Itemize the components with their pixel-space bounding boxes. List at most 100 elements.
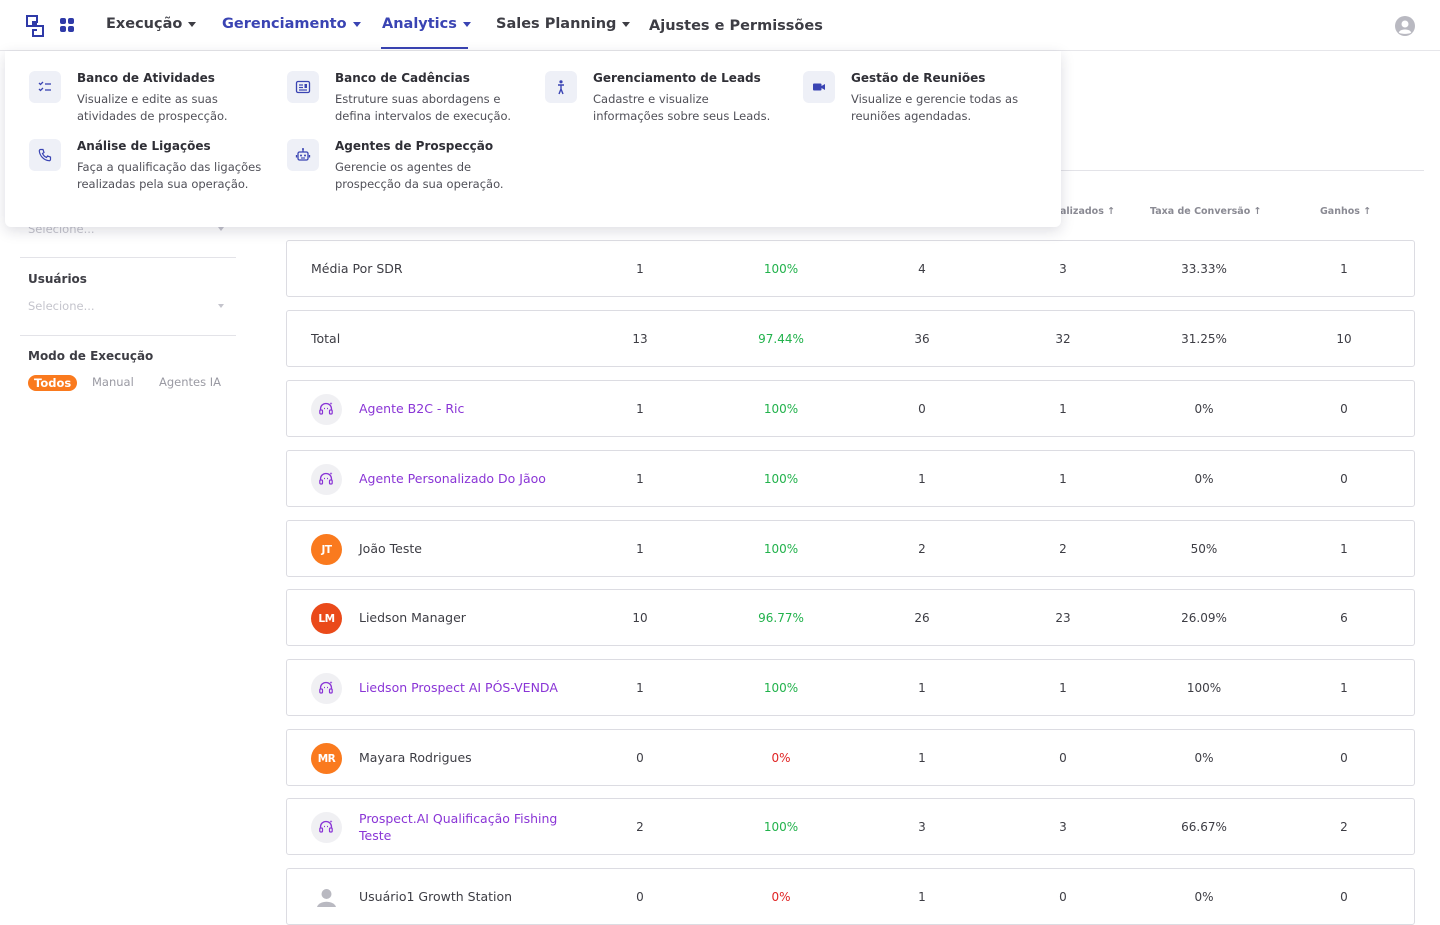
row-name: Total: [311, 331, 341, 346]
cell-taxa-conversao: 100%: [1186, 680, 1222, 695]
cell-atividades: 10: [632, 610, 648, 625]
apps-grid-icon[interactable]: [60, 18, 74, 32]
cell-agendados: 36: [914, 331, 930, 346]
cell-agendados: 3: [918, 819, 926, 834]
users-select[interactable]: Selecione...: [28, 299, 226, 313]
column-header-taxa-conversao[interactable]: Taxa de Conversão ↑: [1150, 206, 1262, 217]
table-row[interactable]: LM Liedson Manager 10 96.77% 26 23 26.09% 6: [286, 589, 1415, 646]
menu-item-description: Gerencie os agentes de prospecção da sua…: [335, 160, 504, 191]
cell-taxa-conversao: 0%: [1194, 750, 1214, 765]
cell-realizados: 1: [1059, 401, 1067, 416]
chevron-down-icon: [218, 304, 224, 308]
cell-ganhos: 6: [1340, 610, 1348, 625]
cell-atividades: 1: [636, 471, 644, 486]
robot-icon: [287, 139, 319, 171]
agent-headset-icon: [311, 673, 342, 704]
cell-ganhos: 0: [1340, 471, 1348, 486]
cell-realizados: 32: [1055, 331, 1071, 346]
row-name: Mayara Rodrigues: [359, 750, 472, 765]
nav-ajustes-permissoes[interactable]: Ajustes e Permissões: [649, 18, 823, 34]
cell-taxa-execucao: 97.44%: [758, 331, 804, 346]
cell-atividades: 0: [636, 889, 644, 904]
menu-item-description: Estruture suas abordagens e defina inter…: [335, 92, 512, 123]
cell-taxa-execucao: 100%: [763, 261, 799, 276]
menu-item-title: Gestão de Reuniões: [851, 71, 986, 85]
cell-taxa-conversao: 0%: [1194, 471, 1214, 486]
cell-ganhos: 1: [1340, 680, 1348, 695]
chevron-down-icon: [218, 227, 224, 231]
nav-ajustes-label: Ajustes e Permissões: [649, 18, 823, 34]
row-name: Liedson Manager: [359, 610, 466, 625]
cell-taxa-conversao: 26.09%: [1181, 610, 1227, 625]
sidebar-divider: [20, 257, 236, 258]
table-row[interactable]: Usuário1 Growth Station 0 0% 1 0 0% 0: [286, 868, 1415, 925]
cell-realizados: 0: [1059, 750, 1067, 765]
nav-sales-planning[interactable]: Sales Planning: [496, 16, 631, 32]
cell-agendados: 1: [918, 471, 926, 486]
cell-realizados: 2: [1059, 541, 1067, 556]
cell-realizados: 23: [1055, 610, 1071, 625]
cell-taxa-execucao: 100%: [763, 471, 799, 486]
menu-item-title: Análise de Ligações: [77, 139, 211, 153]
cell-atividades: 1: [636, 680, 644, 695]
cell-taxa-execucao: 100%: [763, 401, 799, 416]
row-name[interactable]: Prospect.AI Qualificação Fishing Teste: [359, 799, 579, 854]
cell-ganhos: 10: [1336, 331, 1352, 346]
table-row[interactable]: JT João Teste 1 100% 2 2 50% 1: [286, 520, 1415, 577]
cell-taxa-conversao: 31.25%: [1181, 331, 1227, 346]
nav-gerenciamento-label: Gerenciamento: [222, 16, 347, 32]
column-header-ganhos[interactable]: Ganhos ↑: [1320, 206, 1371, 217]
nav-execucao[interactable]: Execução: [106, 16, 197, 32]
cell-taxa-execucao: 96.77%: [758, 610, 804, 625]
cell-agendados: 4: [918, 261, 926, 276]
cell-atividades: 1: [636, 401, 644, 416]
cell-taxa-execucao: 0%: [771, 889, 791, 904]
cell-ganhos: 0: [1340, 750, 1348, 765]
row-name[interactable]: Liedson Prospect AI PÓS-VENDA: [359, 660, 579, 715]
cell-agendados: 0: [918, 401, 926, 416]
cell-realizados: 1: [1059, 471, 1067, 486]
cell-taxa-execucao: 0%: [771, 750, 791, 765]
cell-taxa-conversao: 50%: [1190, 541, 1218, 556]
cell-taxa-conversao: 33.33%: [1181, 261, 1227, 276]
nav-gerenciamento[interactable]: Gerenciamento: [222, 16, 361, 32]
user-avatar: MR: [311, 743, 342, 774]
row-name[interactable]: Agente Personalizado Do Jãoo: [359, 451, 579, 506]
mode-chip-agentes-ia[interactable]: Agentes IA: [159, 375, 221, 389]
row-name[interactable]: Agente B2C - Ric: [359, 381, 579, 436]
menu-item-title: Gerenciamento de Leads: [593, 71, 761, 85]
cell-agendados: 26: [914, 610, 930, 625]
row-name: Usuário1 Growth Station: [359, 889, 513, 904]
table-row[interactable]: Total 13 97.44% 36 32 31.25% 10: [286, 310, 1415, 367]
cell-taxa-execucao: 100%: [763, 541, 799, 556]
menu-item-description: Visualize e gerencie todas as reuniões a…: [851, 92, 1019, 123]
table-row[interactable]: Prospect.AI Qualificação Fishing Teste 2 1…: [286, 798, 1415, 855]
cadence-icon: [287, 71, 319, 103]
mode-chip-manual[interactable]: Manual: [92, 375, 134, 389]
table-row[interactable]: MR Mayara Rodrigues 0 0% 1 0 0% 0: [286, 729, 1415, 786]
app-logo-icon[interactable]: [26, 15, 44, 37]
user-avatar: JT: [311, 534, 342, 565]
mode-chip-todos[interactable]: Todos: [28, 375, 78, 391]
cell-agendados: 1: [918, 680, 926, 695]
cell-agendados: 1: [918, 889, 926, 904]
table-row[interactable]: Média Por SDR 1 100% 4 3 33.33% 1: [286, 240, 1415, 297]
caret-down-icon: [622, 21, 631, 27]
column-header-realizados[interactable]: alizados ↑: [1060, 206, 1115, 217]
caret-down-icon: [188, 21, 197, 27]
row-name: Média Por SDR: [311, 261, 403, 276]
table-row[interactable]: Liedson Prospect AI PÓS-VENDA 1 100% 1 1 100%…: [286, 659, 1415, 716]
user-avatar-icon[interactable]: [1395, 16, 1415, 36]
top-navbar: Execução Gerenciamento Analytics Sales P…: [0, 0, 1440, 51]
agent-headset-icon: [311, 464, 342, 495]
cell-atividades: 1: [636, 541, 644, 556]
cell-taxa-conversao: 0%: [1194, 401, 1214, 416]
nav-analytics[interactable]: Analytics: [382, 16, 471, 32]
default-avatar-icon: [311, 882, 342, 913]
table-row[interactable]: Agente Personalizado Do Jãoo 1 100% 1 1 0% 0: [286, 450, 1415, 507]
cell-atividades: 2: [636, 819, 644, 834]
cell-realizados: 3: [1059, 261, 1067, 276]
section-divider: [1060, 170, 1424, 171]
table-row[interactable]: Agente B2C - Ric 1 100% 0 1 0% 0: [286, 380, 1415, 437]
sidebar-divider: [20, 335, 236, 336]
